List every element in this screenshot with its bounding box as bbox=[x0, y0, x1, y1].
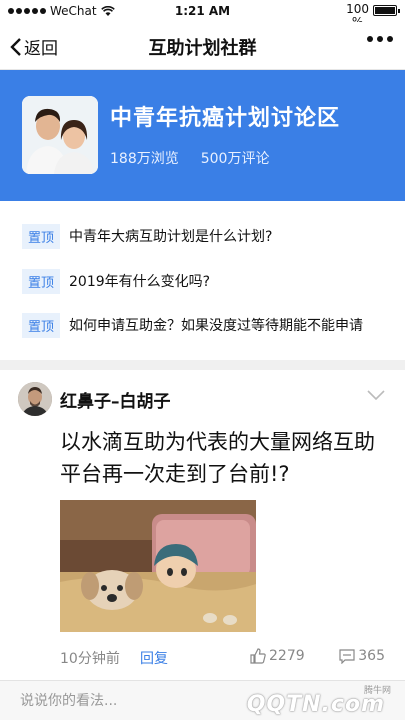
group-avatar bbox=[22, 96, 98, 174]
pinned-item[interactable]: 置顶 中青年大病互助计划是什么计划? bbox=[22, 222, 393, 250]
avatar[interactable] bbox=[18, 382, 52, 416]
like-count: 2279 bbox=[269, 648, 305, 664]
reply-button[interactable]: 回复 bbox=[140, 648, 168, 668]
pinned-title: 2019年有什么变化吗? bbox=[69, 274, 211, 290]
navigation-bar: 返回 互助计划社群 bbox=[0, 22, 405, 70]
pinned-list: 置顶 中青年大病互助计划是什么计划? 置顶 2019年有什么变化吗? 置顶 如何… bbox=[0, 201, 405, 360]
watermark-logo: QQTN.com bbox=[246, 692, 385, 717]
post-card: 红鼻子–白胡子 以水滴互助为代表的大量网络互助平台再一次走到了台前!? 10分钟… bbox=[0, 370, 405, 680]
group-banner: 中青年抗癌计划讨论区 188万浏览 500万评论 bbox=[0, 70, 405, 201]
group-name: 中青年抗癌计划讨论区 bbox=[110, 106, 341, 131]
like-button[interactable]: 2279 bbox=[250, 648, 305, 664]
pinned-tag: 置顶 bbox=[22, 223, 61, 249]
section-divider bbox=[0, 360, 405, 370]
comment-bar: 腾牛网 QQTN.com bbox=[0, 680, 405, 720]
watermark: 腾牛网 QQTN.com bbox=[217, 683, 397, 719]
pinned-title: 中青年大病互助计划是什么计划? bbox=[69, 229, 273, 245]
page-title: 互助计划社群 bbox=[148, 38, 257, 59]
comment-count: 500万评论 bbox=[200, 151, 270, 167]
author-name[interactable]: 红鼻子–白胡子 bbox=[60, 387, 171, 412]
more-dots-icon bbox=[367, 36, 373, 42]
post-content: 以水滴互助为代表的大量网络互助平台再一次走到了台前!? bbox=[60, 430, 375, 486]
pinned-item[interactable]: 置顶 2019年有什么变化吗? bbox=[22, 267, 393, 295]
comment-input[interactable] bbox=[20, 689, 220, 713]
post-meta: 10分钟前 回复 2279 365 bbox=[60, 648, 385, 668]
clock: 1:21 AM bbox=[174, 4, 231, 18]
post-image[interactable] bbox=[60, 500, 256, 632]
battery-icon bbox=[373, 5, 400, 16]
group-stats: 188万浏览 500万评论 bbox=[110, 148, 269, 168]
status-bar: WeChat 1:21 AM 100 % bbox=[0, 0, 405, 29]
post-time: 10分钟前 bbox=[60, 651, 120, 667]
comment-button[interactable]: 365 bbox=[339, 648, 385, 664]
more-button[interactable] bbox=[367, 36, 393, 42]
chevron-down-icon[interactable] bbox=[367, 390, 385, 400]
pinned-tag: 置顶 bbox=[22, 312, 61, 338]
pinned-title: 如何申请互助金？如果没度过等待期能不能申请 bbox=[69, 318, 364, 334]
pinned-tag: 置顶 bbox=[22, 268, 61, 294]
view-count: 188万浏览 bbox=[110, 151, 179, 167]
comment-icon bbox=[339, 648, 355, 664]
thumbs-up-icon bbox=[250, 648, 266, 664]
comment-count-label: 365 bbox=[358, 648, 385, 664]
pinned-item[interactable]: 置顶 如何申请互助金？如果没度过等待期能不能申请 bbox=[22, 311, 393, 339]
